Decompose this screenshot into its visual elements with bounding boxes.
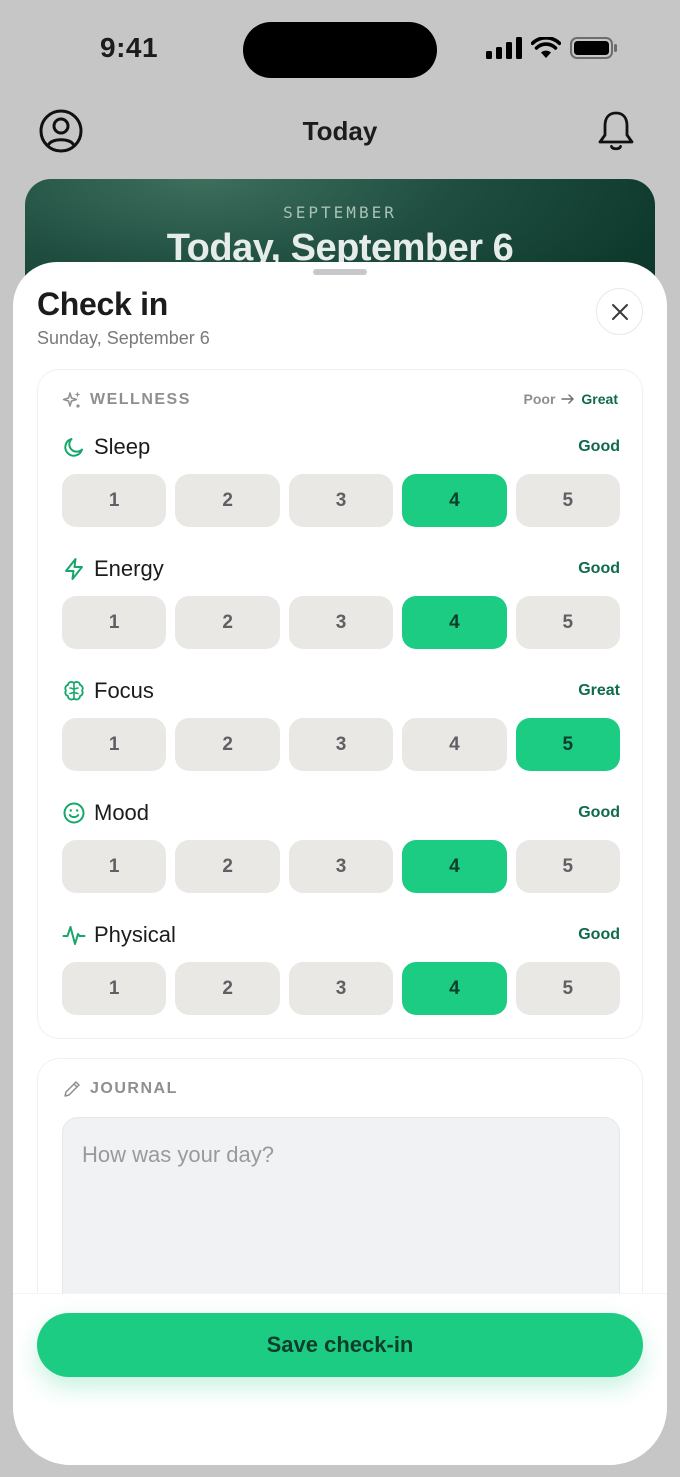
- check-in-sheet: Check in Sunday, September 6 WELLNESS Po…: [13, 262, 667, 1465]
- page-title: Today: [302, 116, 378, 146]
- sheet-title: Check in: [37, 286, 168, 322]
- sparkles-icon: [62, 391, 81, 408]
- rating-option-3[interactable]: 3: [288, 840, 394, 893]
- metric-level: Good: [578, 804, 620, 821]
- metric-level: Good: [578, 560, 620, 577]
- rating-scale: 1 2 3 4 5: [62, 840, 621, 893]
- pencil-icon: [64, 1081, 80, 1097]
- status-bar: 9:41: [0, 0, 680, 100]
- metric-energy: Energy Good 1 2 3 4 5: [62, 554, 621, 654]
- close-button[interactable]: [596, 288, 643, 335]
- bell-icon: [598, 111, 634, 151]
- rating-option-1[interactable]: 1: [62, 962, 167, 1015]
- rating-option-5[interactable]: 5: [515, 474, 621, 527]
- rating-scale: 1 2 3 4 5: [62, 962, 621, 1015]
- metric-level: Good: [578, 926, 620, 943]
- metric-header: Energy Good: [62, 554, 620, 586]
- metric-header: Sleep Good: [62, 432, 620, 464]
- metric-level: Good: [578, 438, 620, 455]
- rating-option-2[interactable]: 2: [175, 474, 280, 527]
- notifications-button[interactable]: [596, 108, 636, 154]
- rating-option-3[interactable]: 3: [288, 474, 394, 527]
- lightning-icon: [65, 558, 83, 580]
- app-header: Today: [0, 108, 680, 154]
- rating-option-2[interactable]: 2: [175, 840, 280, 893]
- metric-focus: Focus Great 1 2 3 4 5: [62, 676, 621, 776]
- metric-physical: Physical Good 1 2 3 4 5: [62, 920, 621, 1020]
- metric-mood: Mood Good 1 2 3 4 5: [62, 798, 621, 898]
- cellular-signal-icon: [486, 37, 522, 59]
- metric-name: Energy: [94, 556, 164, 581]
- metric-level: Great: [578, 682, 620, 699]
- rating-option-1[interactable]: 1: [62, 840, 167, 893]
- rating-option-4[interactable]: 4: [402, 596, 507, 649]
- rating-option-4[interactable]: 4: [402, 474, 507, 527]
- dynamic-island: [243, 22, 437, 78]
- brain-icon: [64, 681, 84, 701]
- journal-label-text: JOURNAL: [90, 1080, 178, 1097]
- rating-option-4[interactable]: 4: [402, 962, 507, 1015]
- rating-scale: 1 2 3 4 5: [62, 596, 621, 649]
- rating-option-5[interactable]: 5: [515, 962, 621, 1015]
- rating-option-1[interactable]: 1: [62, 596, 167, 649]
- wifi-icon: [531, 37, 561, 58]
- rating-option-4[interactable]: 4: [402, 840, 507, 893]
- scale-hint: Poor Great: [524, 391, 618, 407]
- rating-scale: 1 2 3 4 5: [62, 474, 621, 527]
- metric-name: Sleep: [94, 434, 151, 459]
- journal-label: JOURNAL: [62, 1079, 178, 1099]
- smile-icon: [63, 802, 85, 824]
- wellness-card: WELLNESS Poor Great Sleep Good 1 2 3 4 5…: [37, 369, 643, 1039]
- metric-header: Physical Good: [62, 920, 620, 952]
- battery-icon: [570, 37, 617, 59]
- rating-option-4[interactable]: 4: [402, 718, 507, 771]
- moon-icon: [64, 438, 83, 457]
- activity-icon: [62, 926, 86, 945]
- status-icons: [486, 37, 618, 59]
- rating-option-5[interactable]: 5: [515, 596, 621, 649]
- metric-name: Focus: [94, 678, 154, 703]
- sheet-footer: Save check-in: [13, 1293, 667, 1465]
- hero-month: SEPTEMBER: [283, 203, 397, 222]
- metric-name: Physical: [94, 922, 176, 947]
- rating-option-2[interactable]: 2: [175, 596, 280, 649]
- rating-option-1[interactable]: 1: [62, 718, 167, 771]
- scale-low-label: Poor: [523, 391, 556, 407]
- rating-option-3[interactable]: 3: [288, 962, 394, 1015]
- arrow-right-icon: [561, 394, 575, 404]
- save-check-in-button[interactable]: Save check-in: [37, 1313, 643, 1377]
- status-time: 9:41: [100, 32, 159, 63]
- rating-option-3[interactable]: 3: [288, 596, 394, 649]
- scale-high-label: Great: [581, 391, 618, 407]
- metric-sleep: Sleep Good 1 2 3 4 5: [62, 432, 621, 532]
- metric-header: Mood Good: [62, 798, 620, 830]
- rating-option-3[interactable]: 3: [288, 718, 394, 771]
- rating-option-2[interactable]: 2: [175, 718, 280, 771]
- close-icon: [611, 303, 628, 320]
- rating-option-1[interactable]: 1: [62, 474, 167, 527]
- metric-name: Mood: [94, 800, 150, 825]
- wellness-label: WELLNESS: [62, 390, 191, 410]
- wellness-label-text: WELLNESS: [90, 391, 191, 408]
- rating-scale: 1 2 3 4 5: [62, 718, 621, 771]
- rating-option-5[interactable]: 5: [515, 718, 621, 771]
- metric-header: Focus Great: [62, 676, 620, 708]
- sheet-grabber[interactable]: [313, 269, 367, 275]
- rating-option-5[interactable]: 5: [515, 840, 621, 893]
- sheet-subtitle: Sunday, September 6: [37, 328, 210, 348]
- rating-option-2[interactable]: 2: [175, 962, 280, 1015]
